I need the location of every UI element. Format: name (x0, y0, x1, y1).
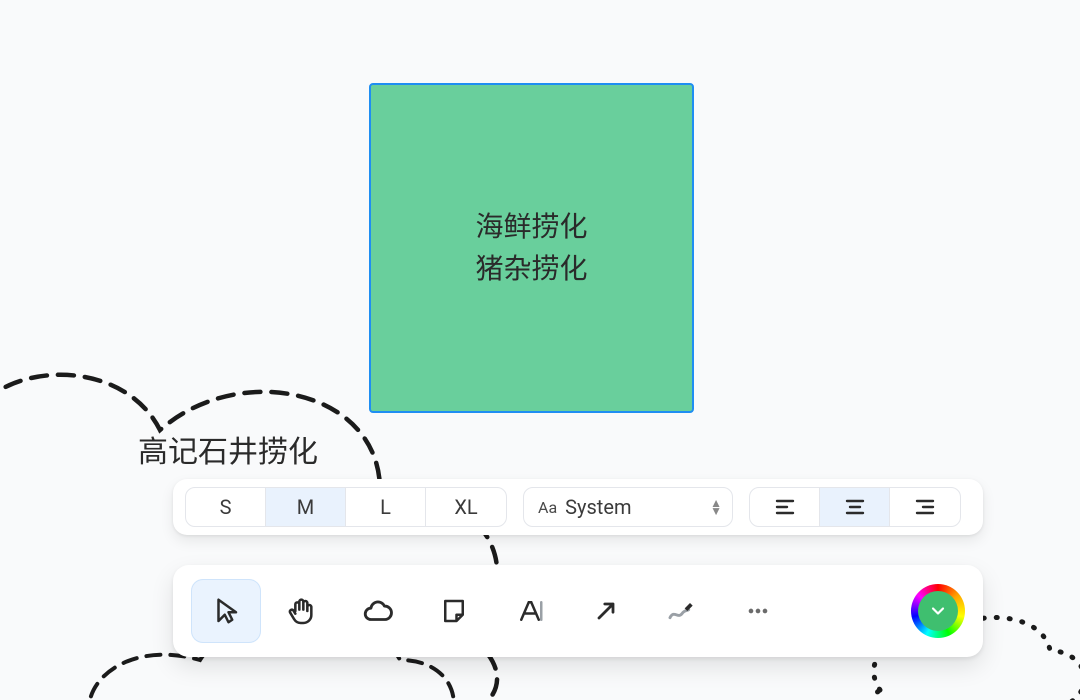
size-option-l[interactable]: L (346, 488, 426, 526)
align-selector (749, 487, 961, 527)
arrow-icon (592, 597, 620, 625)
font-selector[interactable]: Aa System ▲▼ (523, 487, 733, 527)
chevron-down-icon (928, 601, 948, 621)
hand-icon (286, 595, 318, 627)
size-selector: S M L XL (185, 487, 507, 527)
align-left-button[interactable] (750, 488, 820, 526)
align-left-icon (773, 495, 797, 519)
size-option-xl[interactable]: XL (426, 488, 506, 526)
more-icon (744, 597, 772, 625)
align-right-icon (913, 495, 937, 519)
note-tool[interactable] (419, 579, 489, 643)
more-tool[interactable] (723, 579, 793, 643)
sticky-note-green[interactable]: 海鲜捞化 猪杂捞化 (369, 83, 694, 413)
text-tool[interactable] (495, 579, 565, 643)
pointer-tool[interactable] (191, 579, 261, 643)
main-toolbar (173, 565, 983, 657)
text-icon (515, 596, 545, 626)
font-prefix-icon: Aa (538, 498, 557, 517)
note-icon (439, 596, 469, 626)
stepper-icon: ▲▼ (710, 499, 722, 515)
align-center-button[interactable] (820, 488, 890, 526)
sticky-note-text: 海鲜捞化 猪杂捞化 (475, 206, 587, 290)
align-right-button[interactable] (890, 488, 960, 526)
draw-tool[interactable] (647, 579, 717, 643)
cloud-tool[interactable] (343, 579, 413, 643)
cloud-shape-label[interactable]: 高记石井捞化 (138, 427, 318, 471)
arrow-tool[interactable] (571, 579, 641, 643)
cloud-icon (361, 594, 395, 628)
size-option-m[interactable]: M (266, 488, 346, 526)
draw-icon (666, 595, 698, 627)
size-option-s[interactable]: S (186, 488, 266, 526)
hand-tool[interactable] (267, 579, 337, 643)
font-value: System (565, 495, 631, 519)
align-center-icon (843, 495, 867, 519)
shape-options-bar: S M L XL Aa System ▲▼ (173, 479, 983, 535)
current-color-swatch (918, 591, 958, 631)
color-picker-button[interactable] (911, 584, 965, 638)
pointer-icon (211, 596, 241, 626)
